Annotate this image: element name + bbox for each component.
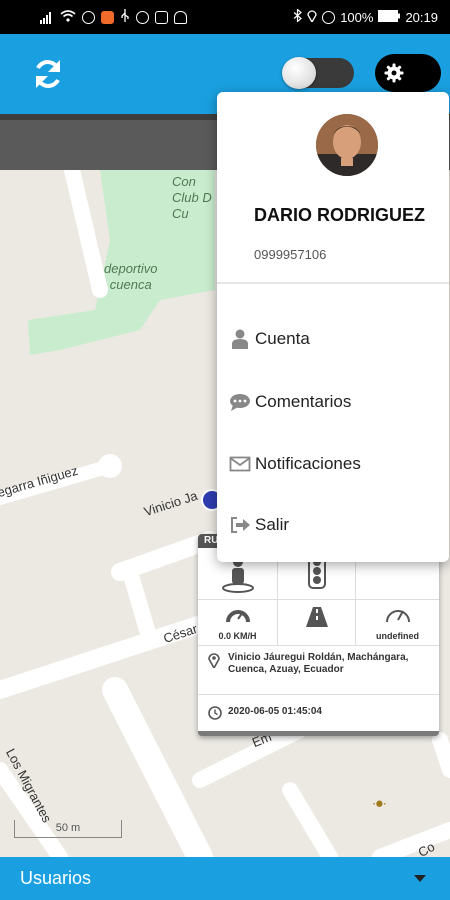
menu-item-salir[interactable]: Salir (217, 500, 449, 550)
menu-item-cuenta[interactable]: Cuenta (217, 314, 449, 364)
bluetooth-icon (293, 8, 303, 25)
vehicle-info-card[interactable]: RU 0.0 KM/H undefined Vinicio Jáuregui R… (198, 534, 439, 736)
address-text: Vinicio Jáuregui Roldán, Machángara, Cue… (208, 652, 433, 676)
app-icon (101, 10, 114, 24)
timestamp-value: 2020-06-05 01:45:04 (228, 706, 322, 717)
map-label-club: Con Club D Cu (172, 174, 212, 221)
menu-label-salir: Salir (255, 515, 290, 534)
signal-icon (40, 11, 54, 24)
menu-divider (217, 282, 449, 284)
caret-down-icon[interactable] (414, 875, 426, 882)
mute-icon (322, 10, 336, 24)
speed-value: 0.0 KM/H (218, 631, 257, 641)
gallery-icon (155, 10, 168, 24)
gauge-icon (385, 610, 410, 623)
status-bar: 100% 20:19 (0, 0, 450, 34)
alarm-icon (82, 10, 95, 24)
users-panel-toggle[interactable]: Usuarios (0, 857, 450, 900)
menu-label-notificaciones: Notificaciones (255, 454, 361, 473)
map-marker-icon (208, 653, 220, 668)
card-divider (198, 694, 439, 695)
wifi-icon (60, 9, 76, 25)
map-scale: 50 m (14, 820, 122, 838)
refresh-icon (36, 60, 60, 88)
users-label: Usuarios (20, 868, 92, 888)
map-label-park: deportivo cuenca (104, 261, 158, 292)
location-icon (307, 9, 317, 25)
timestamp-row: 2020-06-05 01:45:04 (208, 706, 322, 720)
menu-item-comentarios[interactable]: Comentarios (217, 377, 449, 427)
envelope-icon (229, 456, 251, 472)
odometer-cell: undefined (356, 600, 439, 646)
profile-phone: 0999957106 (254, 247, 327, 262)
status-time: 20:19 (405, 9, 438, 25)
address-value: Vinicio Jáuregui Roldán, Machángara, Cue… (228, 652, 409, 675)
gear-icon (384, 63, 404, 83)
comment-icon (230, 394, 250, 411)
usb-icon (120, 9, 130, 25)
user-menu-dropdown: DARIO RODRIGUEZ 0999957106 Cuenta Coment… (217, 92, 449, 562)
battery-percent: 100% (340, 9, 374, 25)
menu-label-comentarios: Comentarios (255, 392, 352, 411)
vpn-icon (174, 10, 187, 24)
tracking-toggle[interactable] (282, 57, 354, 89)
menu-label-cuenta: Cuenta (255, 329, 310, 348)
speedometer-icon (225, 610, 250, 623)
status-left-icons (40, 9, 187, 25)
user-icon (232, 329, 248, 349)
menu-item-notificaciones[interactable]: Notificaciones (217, 439, 449, 489)
settings-button[interactable] (375, 54, 441, 92)
refresh-button[interactable] (30, 56, 66, 92)
sign-out-icon (231, 517, 250, 533)
whatsapp-icon (136, 10, 149, 24)
clock-icon (208, 706, 222, 720)
battery-icon (378, 9, 401, 25)
speed-cell: 0.0 KM/H (198, 600, 278, 646)
poi-icon: ꔹ (372, 794, 387, 814)
toggle-knob (282, 57, 316, 89)
avatar (316, 114, 378, 176)
road-cell (278, 600, 356, 646)
road-icon (305, 607, 328, 627)
profile-name: DARIO RODRIGUEZ (254, 205, 425, 225)
status-right-icons: 100% 20:19 (293, 8, 438, 25)
odometer-value: undefined (376, 631, 419, 641)
